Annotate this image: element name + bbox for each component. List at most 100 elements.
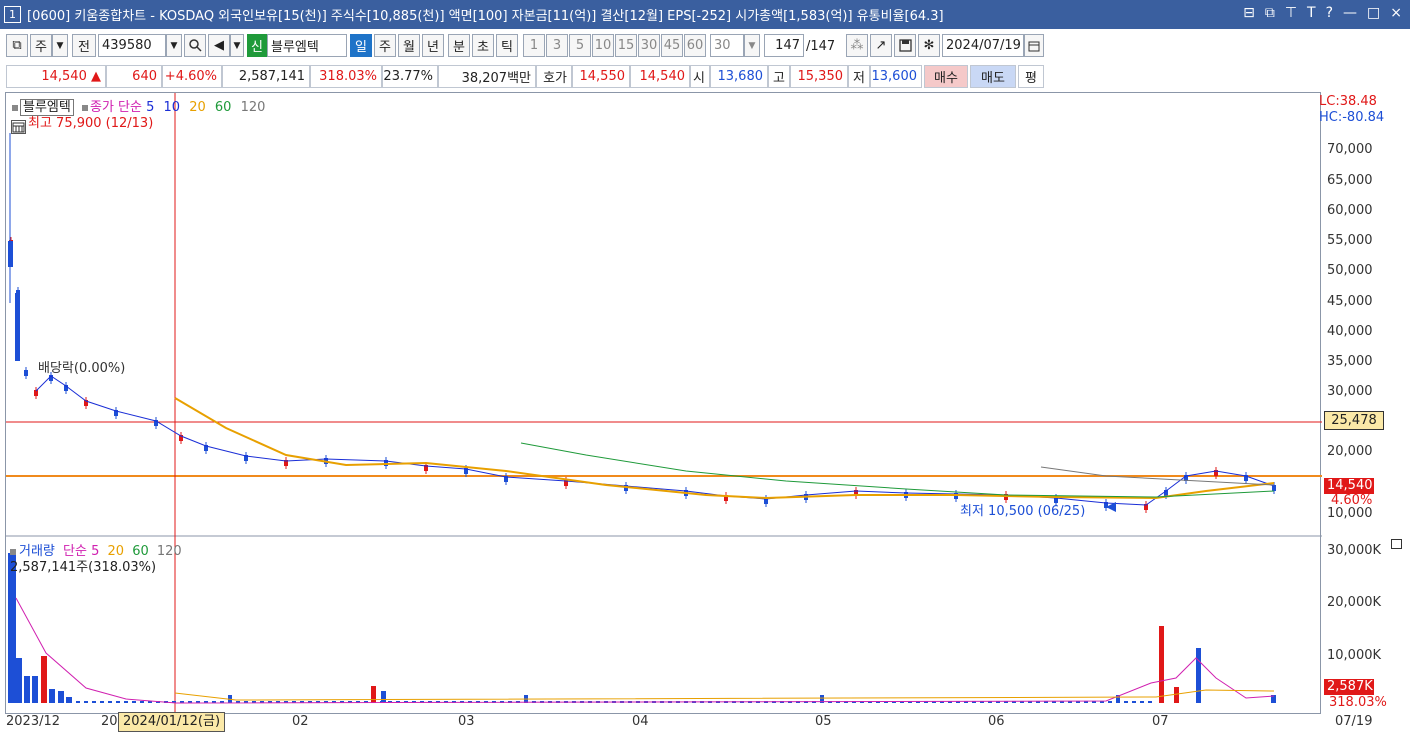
eval-button[interactable]: 평: [1018, 65, 1044, 88]
period-tick[interactable]: 틱: [496, 34, 518, 57]
volume-bar: [1132, 701, 1136, 703]
price-tick: 20,000: [1327, 444, 1373, 459]
cursor-date-label: 2024/01/12(금): [118, 712, 226, 732]
volume-bar: [66, 697, 72, 703]
volume-ratio: 318.03%: [310, 65, 382, 88]
candle-body: [15, 293, 20, 361]
period-minute[interactable]: 분: [448, 34, 470, 57]
period-day[interactable]: 일: [350, 34, 372, 57]
volume-bar: [140, 701, 144, 703]
period-month[interactable]: 월: [398, 34, 420, 57]
save-icon[interactable]: [894, 34, 916, 57]
period-second[interactable]: 초: [472, 34, 494, 57]
interval-60[interactable]: 60: [684, 34, 706, 57]
chart-area[interactable]: 블루엠텍 종가 단순 5 10 20 60 120 최고 75,900 (12/…: [5, 92, 1322, 715]
volume-bar: [132, 701, 136, 703]
date-input[interactable]: 2024/07/19: [942, 34, 1024, 57]
code-dropdown-icon[interactable]: ▼: [166, 34, 182, 57]
volume-bar: [58, 691, 64, 703]
buy-button[interactable]: 매수: [924, 65, 968, 88]
interval-15[interactable]: 15: [615, 34, 637, 57]
calendar-icon[interactable]: [1024, 34, 1044, 57]
calendar-icon[interactable]: [11, 120, 26, 134]
volume-tick: 20,000K: [1327, 595, 1382, 610]
period-year[interactable]: 년: [422, 34, 444, 57]
count-input[interactable]: 147: [764, 34, 804, 57]
close-icon[interactable]: ×: [1390, 5, 1402, 21]
low-note: 최저 10,500 (06/25): [960, 504, 1086, 519]
x-tick: 2023/12: [6, 714, 61, 729]
turnover: 23.77%: [382, 65, 438, 88]
volume-bar: [116, 701, 120, 703]
minimize-icon[interactable]: —: [1343, 5, 1357, 21]
interval-1[interactable]: 1: [523, 34, 545, 57]
volume-bar: [1140, 701, 1144, 703]
hc-label: HC:-80.84: [1319, 110, 1385, 125]
volume-bar: [1159, 626, 1164, 703]
vma20-line: [174, 689, 1275, 701]
chart-canvas[interactable]: [6, 93, 1322, 715]
date-axis: 2023/12 20 2024/01/12(금) 02 03 04 05 06 …: [0, 712, 1410, 733]
ma20-line: [174, 397, 1275, 500]
chart-settings-icon[interactable]: ⧉: [6, 34, 28, 57]
low-label: 저: [848, 65, 870, 88]
layout-icon[interactable]: ⊟: [1243, 5, 1255, 21]
current-price-label: 14,540: [1324, 478, 1374, 494]
trend-icon[interactable]: ↗: [870, 34, 892, 57]
interval-10[interactable]: 10: [592, 34, 614, 57]
interval-30[interactable]: 30: [638, 34, 660, 57]
gear-icon[interactable]: ✻: [918, 34, 940, 57]
credit-badge: 신: [247, 34, 267, 57]
window-number[interactable]: 1: [4, 6, 21, 23]
price-value: 14,540: [41, 69, 87, 84]
interval-5[interactable]: 5: [569, 34, 591, 57]
interval-input[interactable]: 30: [710, 34, 744, 57]
price-tick: 50,000: [1327, 263, 1373, 278]
x-tick: 07: [1152, 714, 1169, 729]
high-note: 최고 75,900 (12/13): [28, 116, 154, 131]
volume-bar: [1174, 687, 1179, 703]
tile-icon[interactable]: ⧉: [1265, 5, 1275, 21]
pin-icon[interactable]: ⊤: [1285, 5, 1297, 21]
font-icon[interactable]: T: [1307, 5, 1316, 21]
volume-bar: [1108, 701, 1112, 703]
price-tick: 55,000: [1327, 233, 1373, 248]
stock-name-field[interactable]: 블루엠텍: [267, 34, 347, 57]
prev-button[interactable]: 전: [72, 34, 96, 57]
vma5-line: [15, 597, 1275, 704]
legend-box-icon: [10, 549, 16, 555]
price-change: 640: [106, 65, 162, 88]
search-icon[interactable]: [184, 34, 206, 57]
volume: 2,587,141: [222, 65, 310, 88]
volume-bar: [32, 676, 38, 703]
volume-bar: [1196, 648, 1201, 703]
volume-bar: [16, 658, 22, 703]
open-price: 13,680: [710, 65, 768, 88]
price-tick: 10,000: [1327, 506, 1373, 521]
interval-dropdown-icon[interactable]: ▼: [744, 34, 760, 57]
period-week[interactable]: 주: [374, 34, 396, 57]
period-select[interactable]: 주: [30, 34, 52, 57]
help-icon[interactable]: ?: [1326, 5, 1333, 21]
low-price: 13,600: [870, 65, 922, 88]
crosshair-price-label: 25,478: [1324, 411, 1384, 430]
legend-ma-60: 60: [214, 100, 232, 115]
interval-3[interactable]: 3: [546, 34, 568, 57]
stock-code-input[interactable]: 439580: [98, 34, 166, 57]
speaker-icon[interactable]: ◀︎: [208, 34, 230, 57]
panel-collapse-icon[interactable]: [1391, 539, 1402, 549]
compare-icon[interactable]: ⁂: [846, 34, 868, 57]
interval-45[interactable]: 45: [661, 34, 683, 57]
speaker-dropdown-icon[interactable]: ▼: [230, 34, 244, 57]
x-tick: 07/19: [1335, 714, 1373, 729]
price-axis: LC:38.48 HC:-80.84 70,000 65,000 60,000 …: [1319, 92, 1410, 714]
volume-tick: 10,000K: [1327, 648, 1382, 663]
volume-bar: [41, 656, 47, 703]
sell-button[interactable]: 매도: [970, 65, 1016, 88]
price-tick: 40,000: [1327, 324, 1373, 339]
x-tick: 03: [458, 714, 475, 729]
maximize-icon[interactable]: □: [1367, 5, 1380, 21]
ma60-line: [520, 442, 1275, 498]
chevron-down-icon[interactable]: ▼: [52, 34, 68, 57]
legend-ma-120: 120: [240, 100, 266, 115]
